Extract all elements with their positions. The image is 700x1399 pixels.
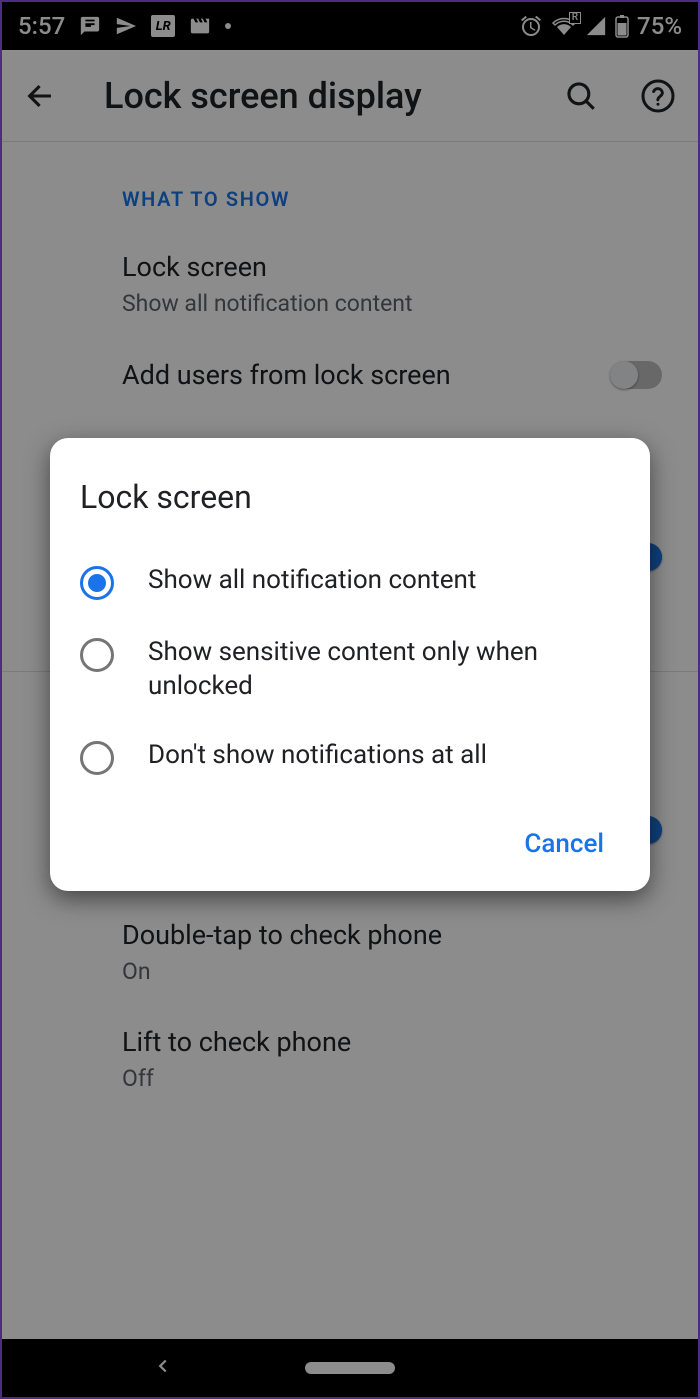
dialog-title: Lock screen (80, 478, 620, 516)
radio-label: Show sensitive content only when unlocke… (148, 636, 620, 704)
dialog-lock-screen: Lock screen Show all notification conten… (50, 438, 650, 892)
radio-option-none[interactable]: Don't show notifications at all (80, 721, 620, 793)
cancel-button[interactable]: Cancel (508, 821, 620, 867)
dialog-scrim[interactable]: Lock screen Show all notification conten… (2, 2, 698, 1397)
radio-icon (80, 566, 114, 600)
radio-icon (80, 638, 114, 672)
radio-label: Don't show notifications at all (148, 739, 487, 773)
radio-option-show-all[interactable]: Show all notification content (80, 546, 620, 618)
radio-icon (80, 741, 114, 775)
radio-option-sensitive[interactable]: Show sensitive content only when unlocke… (80, 618, 620, 722)
radio-label: Show all notification content (148, 564, 476, 598)
